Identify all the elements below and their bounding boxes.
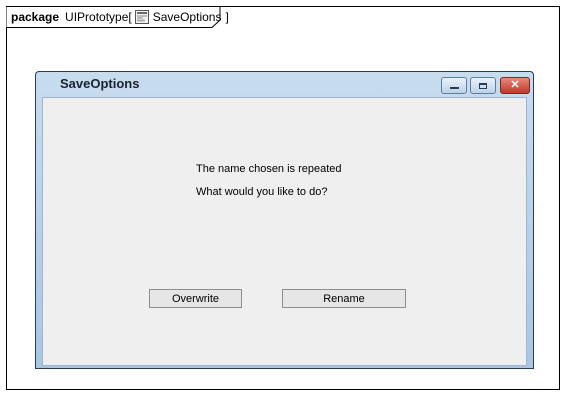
rename-button[interactable]: Rename (282, 289, 406, 308)
maximize-icon (479, 82, 487, 89)
frame-label: package UIPrototype [ SaveOptions ] (11, 10, 229, 24)
window-title: SaveOptions (60, 76, 140, 91)
save-options-window: SaveOptions ✕ The name chosen is repeate… (35, 71, 534, 369)
frame-package-name: UIPrototype (65, 10, 129, 24)
minimize-button[interactable] (441, 77, 467, 94)
frame-close-bracket: ] (225, 10, 229, 24)
question-message: What would you like to do? (196, 186, 328, 198)
overwrite-button[interactable]: Overwrite (149, 289, 242, 308)
frame-keyword: package (11, 10, 60, 24)
frame-element-name: SaveOptions (152, 10, 222, 24)
frame-diagram-icon (134, 10, 149, 24)
maximize-button[interactable] (470, 77, 496, 94)
repeated-name-message: The name chosen is repeated (196, 163, 342, 175)
minimize-icon (449, 86, 459, 89)
window-client-area: The name chosen is repeated What would y… (42, 97, 527, 366)
close-icon: ✕ (510, 79, 520, 91)
frame-open-bracket: [ (128, 10, 132, 24)
close-button[interactable]: ✕ (500, 77, 530, 94)
